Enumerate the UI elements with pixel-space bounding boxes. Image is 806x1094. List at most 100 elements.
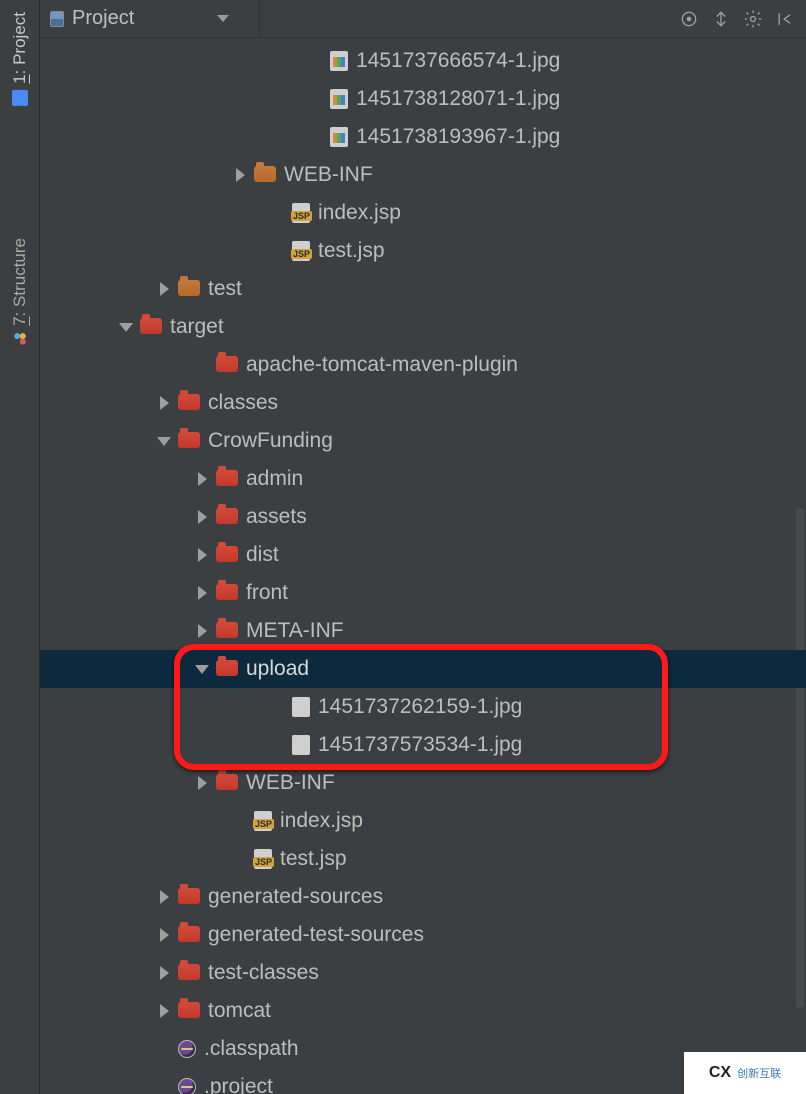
arrow-spacer <box>268 203 288 223</box>
tree-item-label: 1451738193967-1.jpg <box>356 125 560 149</box>
chevron-down-icon <box>217 15 229 22</box>
tree-item-label: WEB-INF <box>284 163 373 187</box>
image-file-icon <box>330 127 348 147</box>
structure-icon <box>13 332 27 346</box>
folder-icon <box>178 964 200 980</box>
tree-row[interactable]: assets <box>40 498 806 536</box>
expand-arrow-icon[interactable] <box>154 279 174 299</box>
tree-row[interactable]: WEB-INF <box>40 156 806 194</box>
tree-row[interactable]: test-classes <box>40 954 806 992</box>
arrow-spacer <box>268 241 288 261</box>
tree-row[interactable]: 1451737573534-1.jpg <box>40 726 806 764</box>
expand-arrow-icon[interactable] <box>192 545 212 565</box>
expand-arrow-icon[interactable] <box>192 773 212 793</box>
view-combo-label: Project <box>72 7 134 30</box>
arrow-spacer <box>154 1077 174 1094</box>
expand-arrow-icon[interactable] <box>154 393 174 413</box>
arrow-spacer <box>154 1039 174 1059</box>
tree-item-label: front <box>246 581 288 605</box>
tree-item-label: 1451737573534-1.jpg <box>318 733 522 757</box>
toolwindow-tab-label: Project <box>10 12 29 65</box>
tree-item-label: test.jsp <box>318 239 385 263</box>
tree-item-label: test-classes <box>208 961 319 985</box>
tree-row[interactable]: generated-sources <box>40 878 806 916</box>
folder-icon <box>216 508 238 524</box>
expand-arrow-icon[interactable] <box>192 507 212 527</box>
tree-item-label: .classpath <box>204 1037 299 1061</box>
eclipse-file-icon <box>178 1040 196 1058</box>
jsp-file-icon <box>254 849 272 869</box>
tree-item-label: META-INF <box>246 619 344 643</box>
collapse-arrow-icon[interactable] <box>192 659 212 679</box>
tree-item-label: .project <box>204 1075 273 1094</box>
arrow-spacer <box>306 89 326 109</box>
tree-row[interactable]: dist <box>40 536 806 574</box>
tree-row[interactable]: test.jsp <box>40 840 806 878</box>
tree-row[interactable]: classes <box>40 384 806 422</box>
tree-item-label: dist <box>246 543 279 567</box>
tree-item-label: index.jsp <box>318 201 401 225</box>
arrow-spacer <box>230 811 250 831</box>
toolwindow-tab-structure[interactable]: 7: Structure <box>8 232 32 352</box>
tree-row[interactable]: front <box>40 574 806 612</box>
tree-row[interactable]: test <box>40 270 806 308</box>
arrow-spacer <box>268 697 288 717</box>
left-toolbar: 1: Project 7: Structure <box>0 0 40 1094</box>
tree-item-label: CrowFunding <box>208 429 333 453</box>
tree-item-label: 1451737666574-1.jpg <box>356 49 560 73</box>
tree-row[interactable]: tomcat <box>40 992 806 1030</box>
image-file-icon <box>330 51 348 71</box>
tree-row[interactable]: WEB-INF <box>40 764 806 802</box>
tree-row[interactable]: generated-test-sources <box>40 916 806 954</box>
toolwindow-tab-project[interactable]: 1: Project <box>8 6 32 112</box>
folder-icon <box>216 584 238 600</box>
tree-row[interactable]: admin <box>40 460 806 498</box>
tree-item-label: classes <box>208 391 278 415</box>
tree-row[interactable]: test.jsp <box>40 232 806 270</box>
folder-icon <box>178 394 200 410</box>
project-view-icon <box>50 11 64 27</box>
tree-row[interactable]: apache-tomcat-maven-plugin <box>40 346 806 384</box>
tree-row[interactable]: CrowFunding <box>40 422 806 460</box>
jsp-file-icon <box>254 811 272 831</box>
expand-arrow-icon[interactable] <box>192 621 212 641</box>
tree-item-label: WEB-INF <box>246 771 335 795</box>
toolwindow-tab-number: 7 <box>10 316 29 325</box>
folder-icon <box>216 660 238 676</box>
expand-arrow-icon[interactable] <box>154 1001 174 1021</box>
scroll-from-source-icon[interactable] <box>678 8 700 30</box>
tree-row[interactable]: 1451738193967-1.jpg <box>40 118 806 156</box>
tree-row[interactable]: upload <box>40 650 806 688</box>
project-tool-window: Project 1451737666574-1.jpg 1451738128071… <box>40 0 806 1094</box>
expand-arrow-icon[interactable] <box>154 887 174 907</box>
tree-row[interactable]: 1451737666574-1.jpg <box>40 42 806 80</box>
collapse-arrow-icon[interactable] <box>154 431 174 451</box>
project-header: Project <box>40 0 806 38</box>
collapse-arrow-icon[interactable] <box>116 317 136 337</box>
tree-row[interactable]: index.jsp <box>40 802 806 840</box>
image-file-icon <box>292 735 310 755</box>
arrow-spacer <box>192 355 212 375</box>
autoscroll-icon[interactable] <box>710 8 732 30</box>
gear-icon[interactable] <box>742 8 764 30</box>
folder-icon <box>178 280 200 296</box>
tree-row[interactable]: target <box>40 308 806 346</box>
view-combo[interactable]: Project <box>50 0 260 37</box>
tree-row[interactable]: 1451737262159-1.jpg <box>40 688 806 726</box>
tree-item-label: apache-tomcat-maven-plugin <box>246 353 518 377</box>
tree-item-label: upload <box>246 657 309 681</box>
expand-arrow-icon[interactable] <box>230 165 250 185</box>
toolwindow-tab-number: 1 <box>10 74 29 83</box>
tree-row[interactable]: META-INF <box>40 612 806 650</box>
tree-item-label: 1451737262159-1.jpg <box>318 695 522 719</box>
expand-arrow-icon[interactable] <box>192 583 212 603</box>
project-tree[interactable]: 1451737666574-1.jpg 1451738128071-1.jpg 14… <box>40 38 806 1094</box>
hide-icon[interactable] <box>774 8 796 30</box>
expand-arrow-icon[interactable] <box>154 925 174 945</box>
project-icon <box>12 90 28 106</box>
tree-row[interactable]: index.jsp <box>40 194 806 232</box>
expand-arrow-icon[interactable] <box>154 963 174 983</box>
tree-row[interactable]: 1451738128071-1.jpg <box>40 80 806 118</box>
jsp-file-icon <box>292 241 310 261</box>
expand-arrow-icon[interactable] <box>192 469 212 489</box>
